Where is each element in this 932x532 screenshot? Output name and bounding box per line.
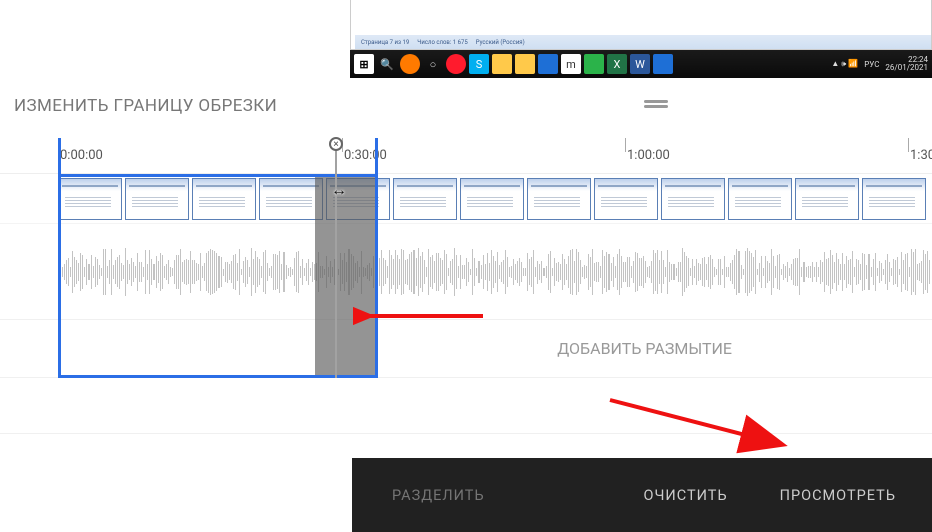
- status-words: Число слов: 1 675: [417, 39, 467, 46]
- start-icon: ⊞: [354, 54, 374, 74]
- tray-icons: ▲ 🕪 📶: [831, 59, 858, 69]
- folder-icon: [492, 54, 512, 74]
- status-page: Страница 7 из 19: [361, 39, 409, 46]
- video-thumbnail: [728, 178, 792, 220]
- tray-clock: 22:24 26/01/2021: [885, 56, 928, 72]
- embedded-desktop: Страница 7 из 19 Число слов: 1 675 Русск…: [350, 0, 932, 78]
- video-track[interactable]: [0, 174, 932, 224]
- windows-taskbar: ⊞ 🔍 ○ S m X W ▲ 🕪 📶 РУС 22:24 26/01/2021: [350, 50, 932, 78]
- action-toolbar: РАЗДЕЛИТЬ ОЧИСТИТЬ ПРОСМОТРЕТЬ: [352, 458, 932, 532]
- video-thumbnail: [58, 178, 122, 220]
- app1-icon: [538, 54, 558, 74]
- annotation-arrow-2: [600, 394, 800, 454]
- app3-icon: [584, 54, 604, 74]
- excel-icon: X: [607, 54, 627, 74]
- video-thumbnail: [795, 178, 859, 220]
- playhead[interactable]: ×: [335, 138, 337, 378]
- firefox-icon: [400, 54, 420, 74]
- video-thumbnail: [862, 178, 926, 220]
- video-thumbnail: [259, 178, 323, 220]
- search-icon: 🔍: [377, 54, 397, 74]
- tray-lang: РУС: [864, 60, 879, 69]
- video-thumbnail: [460, 178, 524, 220]
- word-window: Страница 7 из 19 Число слов: 1 675 Русск…: [350, 0, 932, 50]
- drag-handle-icon[interactable]: [644, 100, 668, 103]
- ruler-label: 0:30:00: [344, 148, 387, 163]
- split-button[interactable]: РАЗДЕЛИТЬ: [378, 479, 499, 512]
- video-thumbnail: [393, 178, 457, 220]
- video-thumbnail: [594, 178, 658, 220]
- page-title: ИЗМЕНИТЬ ГРАНИЦУ ОБРЕЗКИ: [14, 96, 277, 116]
- opera-icon: [446, 54, 466, 74]
- word-status-bar: Страница 7 из 19 Число слов: 1 675 Русск…: [355, 35, 931, 49]
- add-blur-label[interactable]: ДОБАВИТЬ РАЗМЫТИЕ: [557, 339, 732, 358]
- trim-shade: [315, 174, 375, 378]
- blur-track[interactable]: ДОБАВИТЬ РАЗМЫТИЕ: [0, 320, 932, 378]
- resize-cursor-icon: ↔: [327, 180, 351, 200]
- video-thumbnail: [527, 178, 591, 220]
- video-thumbnail: [661, 178, 725, 220]
- app4-icon: [653, 54, 673, 74]
- time-ruler[interactable]: 0:00:00 0:30:00 1:00:00 1:30:00: [0, 138, 932, 174]
- status-lang: Русский (Россия): [476, 39, 525, 46]
- thumbnail-strip: [58, 178, 926, 220]
- folder2-icon: [515, 54, 535, 74]
- ruler-label: 0:00:00: [60, 148, 103, 163]
- ruler-tick: 1:00:00: [625, 138, 626, 174]
- audio-waveform: [0, 244, 932, 300]
- video-thumbnail: [192, 178, 256, 220]
- video-thumbnail: [125, 178, 189, 220]
- playhead-close-icon[interactable]: ×: [329, 137, 343, 151]
- clock-date: 26/01/2021: [885, 64, 928, 72]
- preview-button[interactable]: ПРОСМОТРЕТЬ: [766, 479, 910, 512]
- skype-icon: S: [469, 54, 489, 74]
- search2-icon: ○: [423, 54, 443, 74]
- trim-border-bottom: [58, 375, 378, 378]
- ruler-label: 1:30:00: [910, 148, 932, 163]
- trim-border-top: [58, 174, 378, 177]
- ruler-label: 1:00:00: [627, 148, 670, 163]
- annotation-arrow-1: [353, 298, 493, 328]
- clear-button[interactable]: ОЧИСТИТЬ: [629, 479, 741, 512]
- word-icon: W: [630, 54, 650, 74]
- ruler-tick: 1:30:00: [908, 138, 909, 174]
- app2-icon: m: [561, 54, 581, 74]
